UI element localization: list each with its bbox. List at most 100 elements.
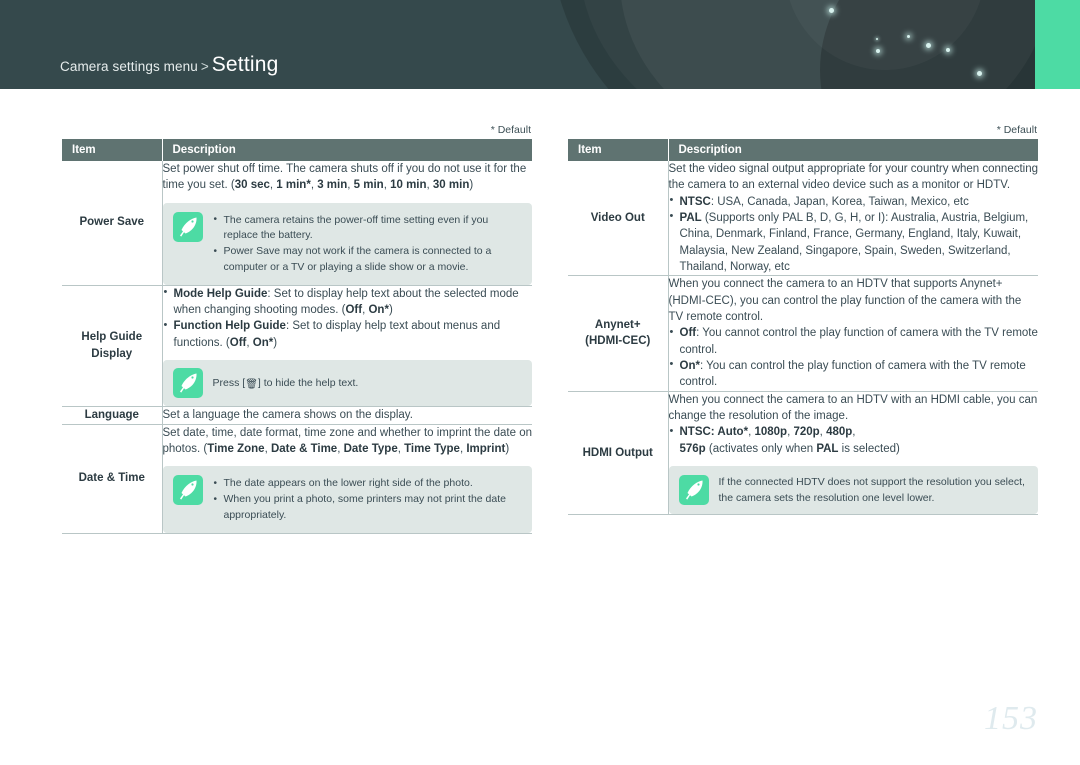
option-720p: 720p [793, 426, 820, 439]
breadcrumb-parent[interactable]: Camera settings menu [60, 59, 198, 74]
option-pal: PAL [816, 442, 839, 455]
note-box: If the connected HDTV does not support t… [668, 465, 1038, 515]
note-list: The date appears on the lower right side… [213, 476, 521, 523]
header-sparkle [876, 38, 878, 40]
table-row: Power Save Set power shut off time. The … [62, 161, 533, 286]
sep: , [852, 426, 856, 439]
quill-pen-icon [678, 475, 709, 506]
option-time-zone: Time Zone [207, 442, 265, 455]
header-sparkle [977, 71, 982, 76]
row-item-date-time: Date & Time [62, 424, 163, 534]
row-item-video-out: Video Out [568, 161, 669, 277]
column-header-description: Description [668, 139, 1038, 161]
option-480p: 480p [826, 426, 853, 439]
option-1080p: 1080p [754, 426, 788, 439]
note-text: If the connected HDTV does not support t… [718, 475, 1025, 504]
table-header-row: Item Description [568, 139, 1038, 161]
option-1-min: 1 min* [276, 179, 311, 192]
column-header-description: Description [162, 139, 532, 161]
row-description-anynet: When you connect the camera to an HDTV t… [668, 275, 1039, 392]
left-column: * Default Item Description Power Save Se… [62, 124, 532, 534]
header-sparkle [829, 8, 834, 13]
desc-paragraph: Set the video signal output appropriate … [668, 163, 1039, 192]
option-imprint: Imprint [466, 442, 506, 455]
note-list-item: The camera retains the power-off time se… [213, 212, 521, 245]
trash-icon: 🗑 [245, 378, 258, 390]
page-title: Setting [211, 53, 279, 76]
page-number: 153 [984, 700, 1038, 737]
note-box: Press [🗑] to hide the help text. [162, 359, 532, 406]
header-sparkle [876, 49, 880, 53]
option-576p: 576p [679, 442, 706, 455]
desc-paragraph: When you connect the camera to an HDTV w… [668, 393, 1038, 422]
desc-paragraph: Set power shut off time. The camera shut… [163, 161, 533, 194]
row-description-date-time: Set date, time, date format, time zone a… [162, 424, 533, 534]
note-text: Press [🗑] to hide the help text. [213, 375, 359, 392]
settings-table-left: Item Description Power Save Set power sh… [62, 139, 532, 534]
table-row: Help Guide Display Mode Help Guide: Set … [62, 285, 533, 407]
desc-list-item: Off: You cannot control the play functio… [669, 325, 1039, 358]
option-5-min: 5 min [353, 179, 384, 192]
note-text: The camera retains the power-off time se… [213, 212, 521, 276]
table-row: Video Out Set the video signal output ap… [568, 161, 1039, 277]
desc-list: NTSC: USA, Canada, Japan, Korea, Taiwan,… [669, 193, 1039, 276]
desc-text: ) [273, 336, 278, 349]
note-list-item: When you print a photo, some printers ma… [213, 492, 521, 524]
desc-list-item: Function Help Guide: Set to display help… [163, 318, 533, 351]
table-row: HDMI Output When you connect the camera … [568, 391, 1039, 516]
row-item-anynet-hdmi-cec: Anynet+ (HDMI-CEC) [568, 275, 669, 392]
desc-list: Mode Help Guide: Set to display help tex… [163, 285, 533, 351]
option-pal: PAL [679, 211, 702, 224]
row-description-language: Set a language the camera shows on the d… [162, 406, 532, 425]
note-list: The camera retains the power-off time se… [213, 212, 521, 276]
desc-list: NTSC: Auto*, 1080p, 720p, 480p,576p (act… [669, 424, 1039, 457]
option-on: On* [368, 303, 389, 316]
row-description-video-out: Set the video signal output appropriate … [668, 161, 1039, 277]
option-off: Off [679, 327, 697, 340]
item-label-line2: (HDMI-CEC) [585, 335, 651, 348]
desc-text: : You cannot control the play function o… [679, 327, 1038, 356]
row-item-language: Language [62, 406, 163, 425]
desc-text: : You can control the play function of c… [679, 359, 1026, 389]
column-header-item: Item [62, 139, 163, 161]
page-header-banner: Camera settings menu > Setting [0, 0, 1080, 89]
quill-pen-icon [172, 475, 203, 506]
quill-pen-icon [172, 211, 203, 242]
label-function-help-guide: Function Help Guide [173, 320, 286, 333]
note-text: The date appears on the lower right side… [213, 475, 521, 523]
option-10-min: 10 min [390, 179, 427, 192]
option-3-min: 3 min [317, 179, 348, 192]
option-on: On* [679, 359, 700, 372]
row-description-power-save: Set power shut off time. The camera shut… [162, 161, 533, 286]
table-row: Language Set a language the camera shows… [62, 406, 532, 425]
option-ntsc: NTSC [679, 195, 711, 208]
desc-text: is selected) [838, 442, 900, 455]
desc-list: Off: You cannot control the play functio… [669, 325, 1039, 390]
note-text-post: ] to hide the help text. [257, 376, 359, 389]
header-swoosh-5 [785, 0, 985, 70]
note-box: The date appears on the lower right side… [162, 466, 532, 533]
desc-text: (Supports only PAL B, D, G, H, or I): Au… [679, 211, 1029, 273]
row-item-power-save: Power Save [62, 161, 163, 286]
left-default-legend: * Default [490, 124, 531, 136]
desc-text: : USA, Canada, Japan, Korea, Taiwan, Mex… [710, 195, 969, 208]
header-swoosh-2 [550, 0, 1080, 89]
desc-paragraph: Set date, time, date format, time zone a… [163, 425, 533, 458]
manual-page: Camera settings menu > Setting * Default I… [0, 0, 1080, 765]
label-mode-help-guide: Mode Help Guide [173, 287, 268, 300]
table-row: Anynet+ (HDMI-CEC) When you connect the … [568, 275, 1039, 392]
desc-list-item: NTSC: Auto*, 1080p, 720p, 480p,576p (act… [669, 424, 1039, 457]
header-swoosh-3 [620, 0, 1050, 89]
option-date-type: Date Type [343, 442, 398, 455]
header-accent-bar [1035, 0, 1080, 89]
table-row: Date & Time Set date, time, date format,… [62, 424, 533, 534]
note-box: The camera retains the power-off time se… [162, 202, 532, 285]
desc-text: (activates only when [705, 442, 817, 455]
option-date-time: Date & Time [270, 442, 338, 455]
option-off: Off [345, 303, 363, 316]
quill-pen-icon [172, 367, 203, 398]
desc-list-item: Mode Help Guide: Set to display help tex… [163, 285, 533, 319]
note-list-item: Power Save may not work if the camera is… [213, 244, 521, 276]
desc-text: ) [505, 442, 510, 455]
option-ntsc-auto: NTSC: Auto* [679, 426, 749, 439]
